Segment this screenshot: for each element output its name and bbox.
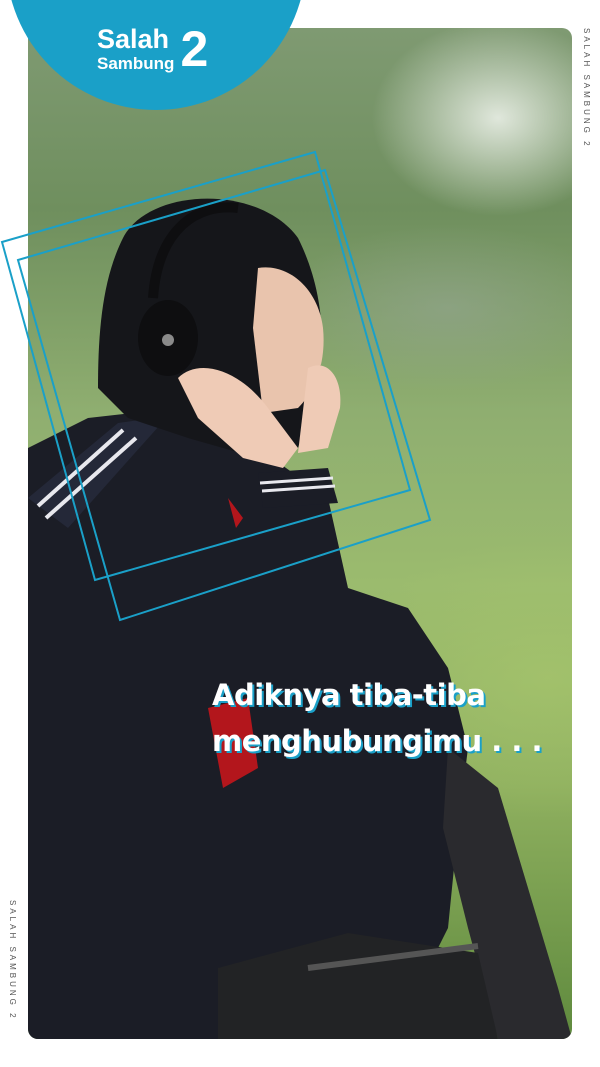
caption-line-2: menghubungimu . . . — [212, 724, 543, 758]
decorative-square-frames — [0, 150, 432, 622]
logo-word-sambung: Sambung — [97, 54, 175, 73]
logo: Salah Sambung 2 — [97, 24, 208, 74]
logo-word-salah: Salah — [97, 24, 170, 54]
logo-number: 2 — [180, 21, 209, 77]
side-label-top: SALAH SAMBUNG 2 — [582, 28, 591, 149]
side-label-bottom: SALAH SAMBUNG 2 — [8, 900, 17, 1021]
caption: Adiknya tiba-tiba menghubungimu . . . — [212, 672, 543, 764]
caption-line-1: Adiknya tiba-tiba — [212, 678, 486, 712]
